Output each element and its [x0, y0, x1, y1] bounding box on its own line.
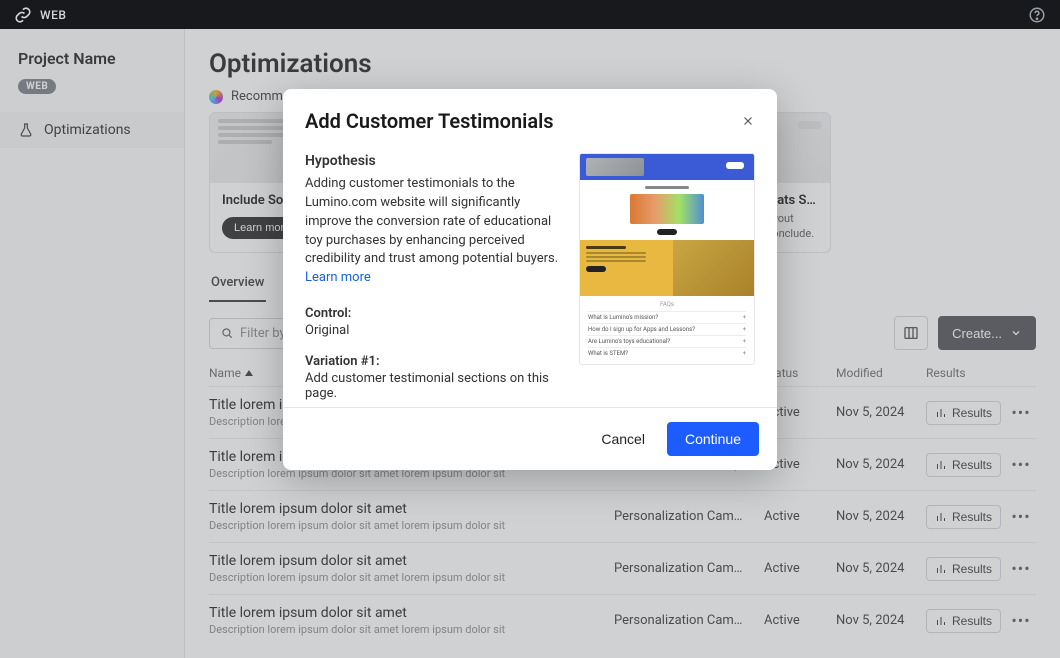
help-icon[interactable] [1028, 6, 1046, 24]
control-value: Original [305, 323, 565, 338]
modal-overlay: Add Customer Testimonials Hypothesis Add… [0, 29, 1060, 658]
variation-desc: Add customer testimonial sections on thi… [305, 371, 565, 401]
link-icon [14, 6, 32, 24]
modal-title: Add Customer Testimonials [305, 109, 741, 133]
topbar: WEB [0, 0, 1060, 29]
continue-button[interactable]: Continue [667, 422, 759, 456]
hypothesis-label: Hypothesis [305, 153, 565, 169]
variation-label: Variation #1: [305, 354, 565, 369]
cancel-button[interactable]: Cancel [593, 423, 653, 455]
top-web-label: WEB [40, 8, 66, 22]
learn-more-link[interactable]: Learn more [305, 270, 371, 285]
add-testimonials-modal: Add Customer Testimonials Hypothesis Add… [283, 89, 777, 470]
control-label: Control: [305, 306, 565, 321]
hypothesis-text: Adding customer testimonials to the Lumi… [305, 175, 565, 288]
close-icon[interactable] [741, 114, 755, 128]
page-preview: FAQs What is Lumino's mission?+ How do I… [579, 153, 755, 365]
